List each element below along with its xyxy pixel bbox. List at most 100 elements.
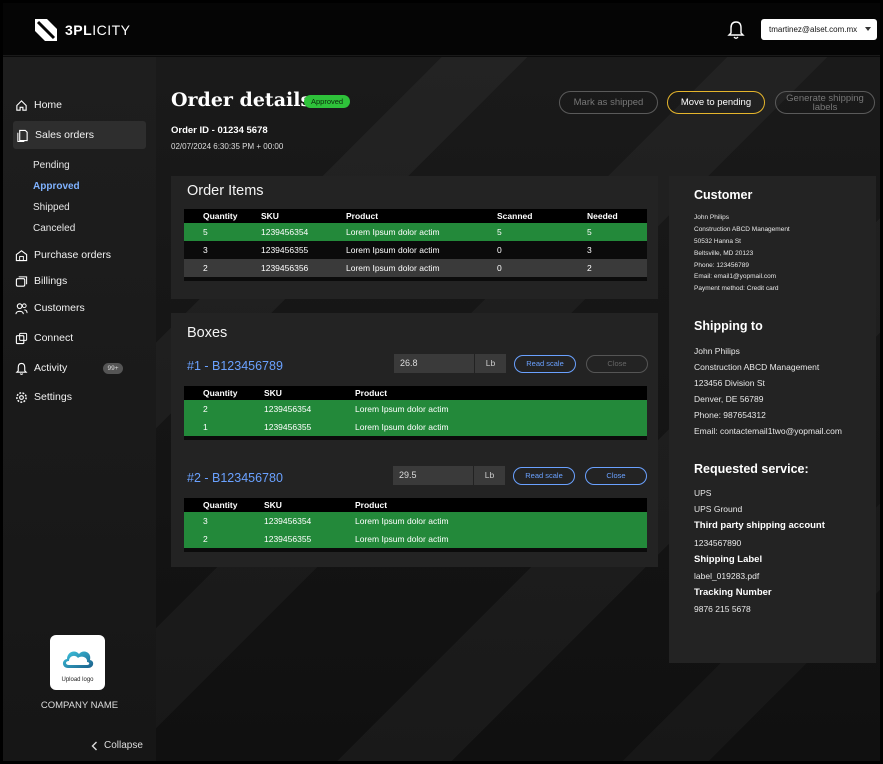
move-to-pending-button[interactable]: Move to pending <box>667 91 765 114</box>
box-1-weight-input[interactable]: 26.8 <box>394 354 474 373</box>
product-cell: Lorem Ipsum dolor actim <box>346 241 497 259</box>
sidebar-item-connect[interactable]: Connect <box>13 324 73 352</box>
shipping-name: John Philips <box>694 346 740 356</box>
chevron-left-icon <box>91 741 97 750</box>
table-footer <box>184 277 647 281</box>
qty-cell: 2 <box>184 530 264 548</box>
user-account-select[interactable]: tmartinez@alset.com.mx <box>761 19 877 40</box>
sidebar-item-customers[interactable]: Customers <box>13 294 85 322</box>
box-1-id[interactable]: #1 - B123456789 <box>187 359 283 373</box>
shipping-label-link[interactable]: label_019283.pdf <box>694 571 759 581</box>
customer-street: 50532 Hanna St <box>694 238 741 245</box>
customer-phone: Phone: 123456789 <box>694 262 749 269</box>
product-cell: Lorem Ipsum dolor actim <box>355 530 647 548</box>
service-title: Requested service: <box>694 462 809 476</box>
sidebar-item-billings[interactable]: Billings <box>13 267 67 295</box>
shipping-label-label: Shipping Label <box>694 554 763 565</box>
box-2-weight-input[interactable]: 29.5 <box>393 466 473 485</box>
sku-cell: 1239456355 <box>264 418 355 436</box>
mark-as-shipped-button[interactable]: Mark as shipped <box>559 91 658 114</box>
qty-cell: 2 <box>184 259 261 277</box>
customer-name: John Philips <box>694 214 730 221</box>
qty-cell: 3 <box>184 241 261 259</box>
upload-logo-label: Upload logo <box>61 677 94 683</box>
customer-company: Construction ABCD Management <box>694 226 790 233</box>
sku-cell: 1239456355 <box>264 530 355 548</box>
column-header: Quantity <box>184 209 261 223</box>
boxes-title: Boxes <box>187 325 228 341</box>
scanned-cell: 5 <box>497 223 587 241</box>
column-header: Product <box>346 209 497 223</box>
qty-cell: 2 <box>184 400 264 418</box>
notification-bell-icon[interactable] <box>727 20 745 40</box>
users-icon <box>15 302 28 314</box>
generate-shipping-labels-button[interactable]: Generate shipping labels <box>775 91 875 114</box>
page-title: Order details <box>171 89 312 111</box>
user-email: tmartinez@alset.com.mx <box>769 25 858 34</box>
chevron-down-icon <box>865 27 871 31</box>
sidebar-item-label: Activity <box>34 362 68 374</box>
box-2-table: Quantity SKU Product 3 1239456354 Lorem … <box>184 498 647 548</box>
table-header-row: Quantity SKU Product <box>184 386 647 400</box>
table-row[interactable]: 2 1239456356 Lorem Ipsum dolor actim 0 2 <box>184 259 647 277</box>
sidebar-item-label: Billings <box>34 275 68 287</box>
tracking-number-label: Tracking Number <box>694 587 772 598</box>
sidebar-subitem-pending[interactable]: Pending <box>33 160 70 171</box>
brand-logo[interactable]: 3PLICITY <box>33 17 130 43</box>
box-2-weight-unit[interactable]: Lb <box>473 466 505 485</box>
box-1-close-button[interactable]: Close <box>586 355 648 373</box>
product-cell: Lorem Ipsum dolor actim <box>355 512 647 530</box>
table-header-row: Quantity SKU Product Scanned Needed <box>184 209 647 223</box>
qty-cell: 5 <box>184 223 261 241</box>
logo-mark-icon <box>35 19 57 41</box>
column-header: Quantity <box>184 498 264 512</box>
table-row[interactable]: 5 1239456354 Lorem Ipsum dolor actim 5 5 <box>184 223 647 241</box>
sidebar-subitem-approved[interactable]: Approved <box>33 181 80 192</box>
table-row[interactable]: 2 1239456354 Lorem Ipsum dolor actim <box>184 400 647 418</box>
box-1-table: Quantity SKU Product 2 1239456354 Lorem … <box>184 386 647 436</box>
table-footer <box>184 436 647 440</box>
column-header: Needed <box>587 209 647 223</box>
sidebar-item-home[interactable]: Home <box>13 91 62 119</box>
box-2-read-scale-button[interactable]: Read scale <box>513 467 575 485</box>
bell-icon <box>15 362 28 375</box>
sidebar-item-purchase-orders[interactable]: Purchase orders <box>13 241 111 269</box>
service-level: UPS Ground <box>694 504 743 514</box>
sku-cell: 1239456354 <box>261 223 346 241</box>
shipping-email: Email: contactemail1two@yopmail.com <box>694 426 842 436</box>
sidebar-item-label: Settings <box>34 391 72 403</box>
product-cell: Lorem Ipsum dolor actim <box>346 259 497 277</box>
product-cell: Lorem Ipsum dolor actim <box>355 400 647 418</box>
sidebar-subitem-shipped[interactable]: Shipped <box>33 202 70 213</box>
qty-cell: 3 <box>184 512 264 530</box>
table-row[interactable]: 1 1239456355 Lorem Ipsum dolor actim <box>184 418 647 436</box>
sidebar-item-label: Home <box>34 99 63 111</box>
upload-logo-button[interactable]: Upload logo <box>50 635 105 690</box>
sku-cell: 1239456356 <box>261 259 346 277</box>
shipping-title: Shipping to <box>694 319 763 333</box>
table-row[interactable]: 3 1239456355 Lorem Ipsum dolor actim 0 3 <box>184 241 647 259</box>
top-bar: 3PLICITY tmartinez@alset.com.mx <box>3 3 880 56</box>
sidebar-item-settings[interactable]: Settings <box>13 383 72 411</box>
sidebar-item-sales-orders[interactable]: Sales orders <box>13 121 146 149</box>
box-1-read-scale-button[interactable]: Read scale <box>514 355 576 373</box>
box-2-id[interactable]: #2 - B123456780 <box>187 471 283 485</box>
box-2-close-button[interactable]: Close <box>585 467 647 485</box>
boxes-panel: Boxes #1 - B123456789 26.8 Lb Read scale… <box>171 313 658 567</box>
collapse-button[interactable]: Collapse <box>91 740 143 751</box>
table-row[interactable]: 2 1239456355 Lorem Ipsum dolor actim <box>184 530 647 548</box>
customer-city: Beltsville, MD 20123 <box>694 250 754 257</box>
scanned-cell: 0 <box>497 259 587 277</box>
column-header: SKU <box>261 209 346 223</box>
sidebar-item-activity[interactable]: Activity <box>13 354 67 382</box>
box-1-weight-unit[interactable]: Lb <box>474 354 506 373</box>
shipping-city: Denver, DE 56789 <box>694 394 764 404</box>
column-header: Product <box>355 386 647 400</box>
table-row[interactable]: 3 1239456354 Lorem Ipsum dolor actim <box>184 512 647 530</box>
shipping-company: Construction ABCD Management <box>694 362 820 372</box>
sidebar: Home Sales orders Pending Approved Shipp… <box>3 57 156 761</box>
column-header: Product <box>355 498 647 512</box>
cloud-icon <box>62 651 94 668</box>
sidebar-subitem-canceled[interactable]: Canceled <box>33 223 75 234</box>
qty-cell: 1 <box>184 418 264 436</box>
